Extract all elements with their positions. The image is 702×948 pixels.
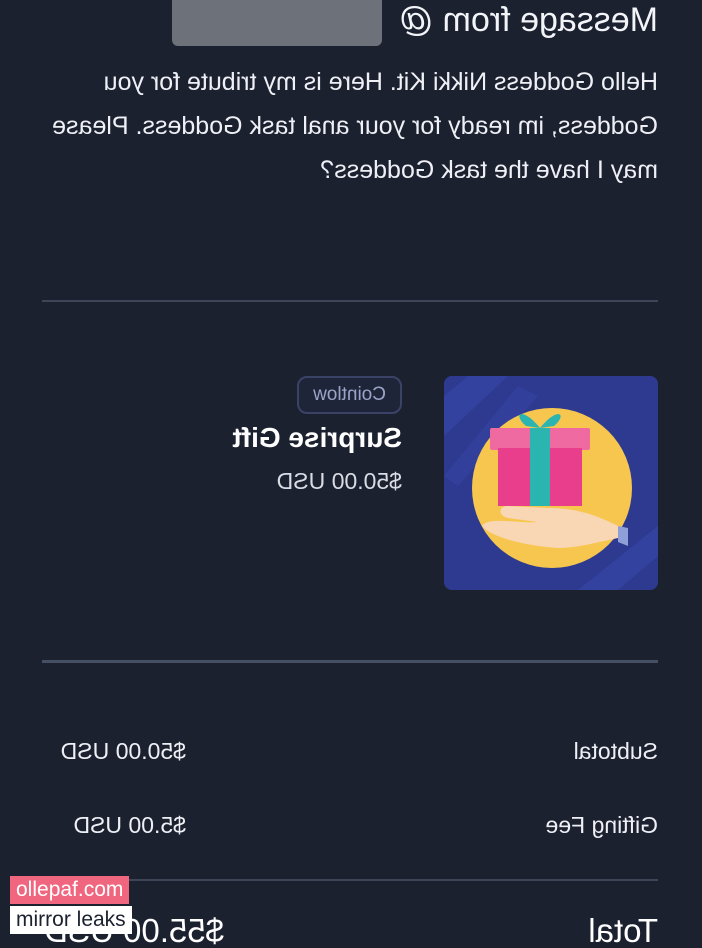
watermark-site: ollepaf.com <box>10 876 130 904</box>
gifting-fee-value: $5.00 USD <box>73 812 186 838</box>
subtotal-value: $50.00 USD <box>60 738 186 764</box>
divider <box>42 660 658 663</box>
mirrored-screen: Message from @ Hello Goddess Nikki Kit. … <box>0 0 702 948</box>
payment-provider-badge: Cointlow <box>297 376 402 414</box>
gift-in-hand-icon <box>444 376 658 590</box>
divider <box>42 879 658 881</box>
total-label: Total <box>588 912 658 948</box>
product-price: $50.00 USD <box>276 468 402 494</box>
gifting-fee-label: Gifting Fee <box>545 812 659 838</box>
redacted-username <box>172 0 382 46</box>
divider <box>42 300 658 302</box>
message-heading: Message from @ <box>398 1 658 39</box>
watermark-tagline: mirror leaks <box>10 906 132 934</box>
message-body: Hello Goddess Nikki Kit. Here is my trib… <box>52 68 658 184</box>
watermark: ollepaf.com mirror leaks <box>10 876 132 934</box>
subtotal-label: Subtotal <box>573 738 658 764</box>
product-image <box>444 376 658 590</box>
product-name: Surprise Gift <box>232 422 402 453</box>
